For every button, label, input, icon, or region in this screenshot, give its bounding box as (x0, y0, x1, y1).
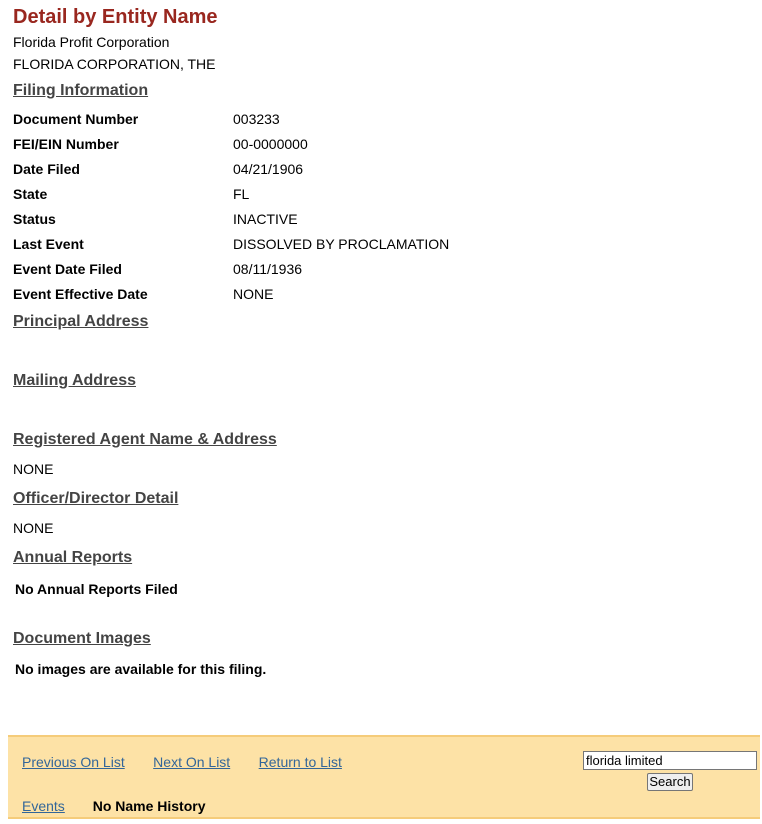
filing-value: 003233 (233, 110, 280, 127)
filing-value: 08/11/1936 (233, 260, 303, 277)
document-images-heading: Document Images (13, 630, 151, 647)
filing-row-fei-ein-number: FEI/EIN Number 00-0000000 (13, 131, 749, 156)
filing-value: NONE (233, 285, 274, 302)
filing-value: 00-0000000 (233, 135, 308, 152)
officer-director-value: NONE (13, 520, 54, 536)
filing-label: Date Filed (13, 160, 80, 177)
mailing-address-heading: Mailing Address (13, 372, 136, 389)
search-input[interactable] (583, 751, 757, 770)
registered-agent-heading: Registered Agent Name & Address (13, 431, 277, 448)
name-history-label: No Name History (92, 798, 206, 814)
previous-on-list-link[interactable]: Previous On List (22, 754, 125, 770)
entity-type: Florida Profit Corporation (13, 34, 170, 50)
filing-information-heading: Filing Information (13, 82, 149, 99)
filing-label: Event Date Filed (13, 260, 122, 277)
entity-name: FLORIDA CORPORATION, THE (13, 56, 216, 72)
return-to-list-link[interactable]: Return to List (259, 754, 342, 770)
navigation-footer: Previous On List Next On List Return to … (8, 735, 760, 819)
search-button[interactable]: Search (647, 773, 693, 791)
filing-row-event-date-filed: Event Date Filed 08/11/1936 (13, 256, 749, 281)
filing-information-table: Document Number 003233 FEI/EIN Number 00… (13, 106, 749, 306)
filing-label: Status (13, 210, 56, 227)
document-images-note: No images are available for this filing. (15, 661, 267, 677)
events-link[interactable]: Events (22, 798, 65, 814)
filing-label: Last Event (13, 235, 84, 252)
filing-label: State (13, 185, 48, 202)
filing-value: 04/21/1906 (233, 160, 304, 177)
filing-row-document-number: Document Number 003233 (13, 106, 749, 131)
annual-reports-note: No Annual Reports Filed (15, 581, 178, 597)
page-title: Detail by Entity Name (13, 6, 218, 28)
filing-row-date-filed: Date Filed 04/21/1906 (13, 156, 749, 181)
filing-row-event-effective-date: Event Effective Date NONE (13, 281, 749, 306)
filing-row-state: State FL (13, 181, 749, 206)
filing-value: FL (233, 185, 250, 202)
principal-address-heading: Principal Address (13, 313, 149, 330)
detail-page: Detail by Entity Name Florida Profit Cor… (0, 0, 762, 677)
filing-label: Event Effective Date (13, 285, 148, 302)
filing-label: Document Number (13, 110, 139, 127)
officer-director-heading: Officer/Director Detail (13, 490, 179, 507)
filing-value: DISSOLVED BY PROCLAMATION (233, 235, 450, 252)
filing-value: INACTIVE (233, 210, 298, 227)
registered-agent-value: NONE (13, 461, 54, 477)
filing-label: FEI/EIN Number (13, 135, 119, 152)
list-navigation: Previous On List Next On List Return to … (22, 754, 366, 772)
filing-row-last-event: Last Event DISSOLVED BY PROCLAMATION (13, 231, 749, 256)
filing-row-status: Status INACTIVE (13, 206, 749, 231)
annual-reports-heading: Annual Reports (13, 549, 133, 566)
secondary-navigation: Events No Name History (22, 798, 206, 814)
next-on-list-link[interactable]: Next On List (153, 754, 230, 770)
